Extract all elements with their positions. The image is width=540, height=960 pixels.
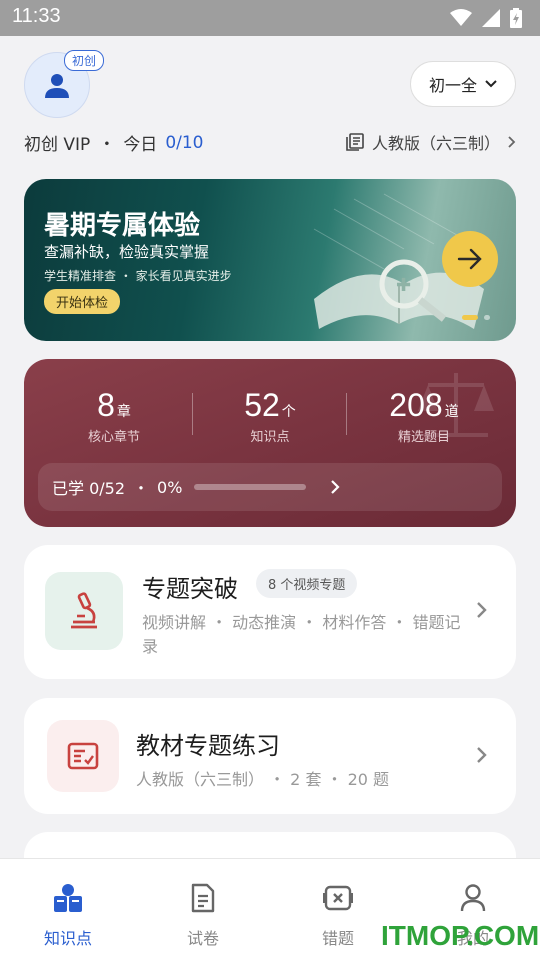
battery-icon bbox=[510, 8, 522, 28]
separator-dot: ・ bbox=[119, 269, 136, 283]
stat-knowledge-points: 52 个 知识点 bbox=[200, 387, 340, 445]
pager-dot bbox=[484, 315, 490, 320]
tab-wrong-questions[interactable]: 错题 bbox=[288, 879, 388, 949]
separator-dot: ・ bbox=[133, 479, 150, 498]
microscope-icon bbox=[71, 592, 97, 629]
learning-progress-row[interactable]: 已学 0/52 ・ 0% bbox=[38, 463, 502, 511]
arrow-right-icon bbox=[457, 248, 482, 270]
stat-divider bbox=[192, 393, 193, 435]
textbook-description: 人教版（六三制） ・ 2 套 ・ 20 题 bbox=[136, 770, 390, 789]
topic-breakthrough-card[interactable]: 专题突破 8 个视频专题 视频讲解 ・ 动态推演 ・ 材料作答 ・ 错题记录 bbox=[24, 545, 516, 679]
topic-video-tag: 8 个视频专题 bbox=[256, 569, 358, 598]
user-avatar-icon bbox=[45, 74, 69, 98]
stat-label: 知识点 bbox=[250, 430, 290, 445]
stat-divider bbox=[346, 393, 347, 435]
svg-text:✚: ✚ bbox=[396, 275, 411, 296]
banner-caption-left: 学生精准排查 bbox=[44, 269, 117, 283]
percent-label: 0% bbox=[157, 477, 183, 497]
stat-unit: 章 bbox=[116, 404, 131, 420]
stat-value: 208 bbox=[389, 387, 443, 423]
textbook-practice-card[interactable]: 教材专题练习 人教版（六三制） ・ 2 套 ・ 20 题 bbox=[24, 698, 516, 814]
edition-label: 人教版（六三制） bbox=[371, 134, 500, 153]
status-bar: 11:33 bbox=[0, 0, 540, 36]
stat-label: 核心章节 bbox=[87, 430, 140, 445]
vip-label: 初创 VIP bbox=[24, 135, 91, 155]
avatar-badge: 初创 bbox=[64, 50, 105, 71]
promo-banner[interactable]: ✚ 暑期专属体验 查漏补缺，检验真实掌握 学生精准排查 ・ 家长看见真实进步 开… bbox=[24, 179, 516, 341]
tab-label: 试卷 bbox=[186, 929, 219, 948]
textbook-title: 教材专题练习 bbox=[136, 732, 280, 760]
stat-value: 8 bbox=[97, 387, 115, 423]
banner-caption-right: 家长看见真实进步 bbox=[135, 269, 232, 283]
pager-dot-active bbox=[462, 315, 478, 320]
vip-line: 初创 VIP ・ 今日 0/10 bbox=[24, 130, 204, 156]
tab-papers[interactable]: 试卷 bbox=[153, 879, 253, 949]
paper-icon bbox=[191, 883, 215, 913]
chevron-right-icon bbox=[477, 747, 487, 763]
chevron-right-icon bbox=[508, 136, 516, 148]
knowledge-icon bbox=[54, 884, 82, 912]
stat-value: 52 bbox=[244, 387, 280, 423]
stat-unit: 个 bbox=[281, 404, 296, 420]
stat-questions: 208 道 精选题目 bbox=[354, 387, 494, 445]
user-icon bbox=[460, 884, 486, 912]
banner-subtitle: 查漏补缺，检验真实掌握 bbox=[44, 243, 210, 261]
separator-dot: ・ bbox=[98, 135, 116, 155]
chevron-right-icon bbox=[331, 480, 340, 494]
banner-pager bbox=[462, 315, 490, 320]
tab-label: 错题 bbox=[321, 929, 354, 948]
stat-unit: 道 bbox=[444, 404, 459, 420]
grade-select[interactable]: 初一全 bbox=[410, 61, 516, 107]
signal-icon bbox=[482, 9, 500, 27]
banner-caption: 学生精准排查 ・ 家长看见真实进步 bbox=[44, 267, 232, 284]
edition-selector[interactable]: 人教版（六三制） bbox=[346, 130, 516, 154]
today-count: 0/10 bbox=[165, 132, 204, 153]
topic-description: 视频讲解 ・ 动态推演 ・ 材料作答 ・ 错题记录 bbox=[142, 613, 461, 656]
tab-label: 知识点 bbox=[43, 929, 92, 948]
grade-select-label: 初一全 bbox=[428, 76, 477, 95]
learned-label: 已学 0/52 bbox=[52, 479, 126, 498]
stat-chapters: 8章 核心章节 bbox=[44, 387, 184, 445]
banner-arrow-button[interactable] bbox=[442, 231, 498, 287]
textbook-icon-box bbox=[47, 720, 119, 792]
today-label: 今日 bbox=[123, 135, 158, 155]
stat-label: 精选题目 bbox=[397, 430, 450, 445]
wifi-icon bbox=[450, 9, 472, 26]
tab-knowledge[interactable]: 知识点 bbox=[18, 879, 118, 949]
banner-title: 暑期专属体验 bbox=[44, 211, 201, 241]
topic-title: 专题突破 bbox=[142, 575, 238, 603]
header: 初创 初一全 初创 VIP ・ 今日 0/10 人教版（六三制） bbox=[0, 36, 540, 166]
stats-card: 8章 核心章节 52 个 知识点 208 道 精选题目 已学 0/52 ・ 0% bbox=[24, 359, 516, 527]
topic-icon-box bbox=[45, 572, 123, 650]
wrong-question-icon bbox=[323, 885, 353, 911]
progress-bar bbox=[194, 484, 307, 490]
start-checkup-button[interactable]: 开始体检 bbox=[44, 289, 121, 314]
book-icon bbox=[346, 133, 364, 151]
status-icons bbox=[450, 8, 522, 28]
watermark: ITMOP.COM bbox=[381, 920, 540, 951]
chevron-down-icon bbox=[485, 80, 497, 88]
status-time: 11:33 bbox=[12, 5, 61, 27]
chevron-right-icon bbox=[477, 602, 487, 618]
checklist-icon bbox=[67, 742, 99, 770]
